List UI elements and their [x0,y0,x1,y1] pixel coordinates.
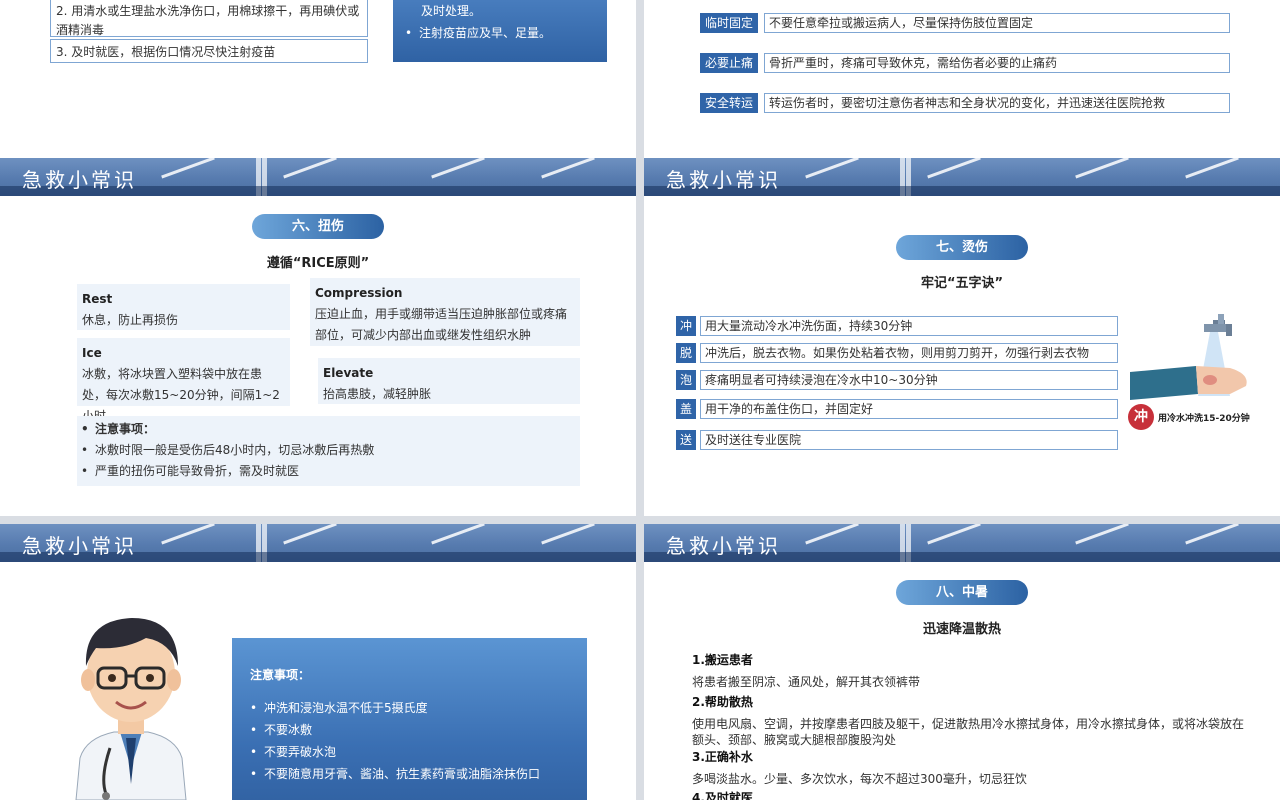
note-item: 不要冰敷 [250,719,569,741]
heat-step-3: 3.正确补水 多喝淡盐水。少量、多次饮水，每次不超过300毫升，切忌狂饮 [692,749,1252,787]
rice-elevate-card: Elevate 抬高患肢，减轻肿胀 [318,358,580,404]
slide-banner: 急救小常识 [644,158,1280,196]
note-item: 冲洗和浸泡水温不低于5摄氏度 [250,697,569,719]
slide-burn-notes: 急救小常识 注意事项： 冲洗和浸泡水温不低于5摄氏度 不要冰敷 不要弄破水泡 不… [0,524,636,800]
slide-burn: 急救小常识 七、烫伤 牢记“五字诀” 冲 用大量流动冷水冲洗伤面，持续30分钟 … [644,158,1280,516]
step-3-box: 3. 及时就医，根据伤口情况尽快注射疫苗 [50,39,368,63]
burn-badge: 冲 [1128,404,1154,430]
slide-fracture: 临时固定 不要任意牵拉或搬运病人，尽量保持伤肢位置固定 必要止痛 骨折严重时，疼… [644,0,1280,158]
note-item: 不要随意用牙膏、酱油、抗生素药膏或油脂涂抹伤口 [250,763,569,785]
step-text: 冲洗后，脱去衣物。如果伤处粘着衣物，则用剪刀剪开，勿强行剥去衣物 [700,343,1118,363]
step-2-text: 2. 用清水或生理盐水洗净伤口，用棉球擦干，再用碘伏或酒精消毒 [56,4,360,37]
section-subtitle: 牢记“五字诀” [920,276,1004,291]
step-heading: 3.正确补水 [692,750,753,764]
tips-line-2: 注射疫苗应及早、足量。 [403,22,597,44]
slide-heatstroke: 急救小常识 八、中暑 迅速降温散热 1.搬运患者 将患者搬至阴凉、通风处，解开其… [644,524,1280,800]
section-subtitle: 遵循“RICE原则” [266,256,370,271]
slide-banner: 急救小常识 [644,524,1280,562]
section-pill: 八、中暑 [896,580,1028,605]
step-char: 冲 [676,316,696,336]
tag-description: 不要任意牵拉或搬运病人，尽量保持伤肢位置固定 [764,13,1230,33]
tag-label: 临时固定 [700,13,758,33]
slide-banner: 急救小常识 [0,158,636,196]
step-2-box: 2. 用清水或生理盐水洗净伤口，用棉球擦干，再用碘伏或酒精消毒 [50,0,368,37]
banner-title: 急救小常识 [666,534,781,558]
tips-line-1: 及时处理。 [421,4,482,18]
slide-bite-wound: 2. 用清水或生理盐水洗净伤口，用棉球擦干，再用碘伏或酒精消毒 3. 及时就医，… [0,0,636,158]
rice-ice-card: Ice 冰敷，将冰块置入塑料袋中放在患处，每次冰敷15~20分钟，间隔1~2小时 [77,338,290,423]
step-text: 用大量流动冷水冲洗伤面，持续30分钟 [700,316,1118,336]
elevate-title: Elevate [323,366,374,380]
step-heading: 4.及时就医 [692,791,753,800]
notes-heading: 注意事项： [77,419,580,440]
note-item: 不要弄破水泡 [250,741,569,763]
heat-step-2: 2.帮助散热 使用电风扇、空调，并按摩患者四肢及躯干，促进散热用冷水擦拭身体，用… [692,694,1252,748]
step-text: 多喝淡盐水。少量、多次饮水，每次不超过300毫升，切忌狂饮 [692,772,1027,786]
burn-notes-panel: 注意事项： 冲洗和浸泡水温不低于5摄氏度 不要冰敷 不要弄破水泡 不要随意用牙膏… [232,638,587,800]
ice-title: Ice [82,346,102,360]
slide-sprain: 急救小常识 六、扭伤 遵循“RICE原则” Rest 休息，防止再损伤 Ice … [0,158,636,516]
note-item: 冰敷时限一般是受伤后48小时内，切忌冰敷后再热敷 [77,440,580,461]
burn-caption: 用冷水冲洗15-20分钟 [1158,414,1250,424]
fracture-row-1: 临时固定 不要任意牵拉或搬运病人，尽量保持伤肢位置固定 [700,13,1230,33]
banner-title: 急救小常识 [22,534,137,558]
heat-step-4: 4.及时就医 [692,790,1252,800]
burn-step-3: 泡 疼痛明显者可持续浸泡在冷水中10~30分钟 [676,370,1118,390]
slide-banner: 急救小常识 [0,524,636,562]
banner-title: 急救小常识 [666,168,781,192]
tips-panel: 及时处理。 注射疫苗应及早、足量。 [393,0,607,62]
rest-text: 休息，防止再损伤 [82,313,179,327]
burn-step-5: 送 及时送往专业医院 [676,430,1118,450]
section-pill: 六、扭伤 [252,214,384,239]
section-pill: 七、烫伤 [896,235,1028,260]
step-heading: 1.搬运患者 [692,653,753,667]
section-subtitle: 迅速降温散热 [922,622,1001,637]
burn-step-2: 脱 冲洗后，脱去衣物。如果伤处粘着衣物，则用剪刀剪开，勿强行剥去衣物 [676,343,1118,363]
step-3-text: 3. 及时就医，根据伤口情况尽快注射疫苗 [56,45,276,59]
compression-text: 压迫止血，用手或绷带适当压迫肿胀部位或疼痛部位，可减少内部出血或继发性组织水肿 [315,307,568,342]
step-text: 使用电风扇、空调，并按摩患者四肢及躯干，促进散热用冷水擦拭身体，用冷水擦拭身体，… [692,717,1245,747]
step-char: 脱 [676,343,696,363]
rice-rest-card: Rest 休息，防止再损伤 [77,284,290,330]
tag-description: 转运伤者时，要密切注意伤者神志和全身状况的变化，并迅速送往医院抢救 [764,93,1230,113]
step-text: 及时送往专业医院 [700,430,1118,450]
step-char: 泡 [676,370,696,390]
elevate-text: 抬高患肢，减轻肿胀 [323,387,432,401]
notes-title: 注意事项： [250,668,311,682]
tag-label: 安全转运 [700,93,758,113]
burn-step-1: 冲 用大量流动冷水冲洗伤面，持续30分钟 [676,316,1118,336]
heat-step-1: 1.搬运患者 将患者搬至阴凉、通风处，解开其衣领裤带 [692,652,1252,690]
step-heading: 2.帮助散热 [692,695,753,709]
tag-description: 骨折严重时，疼痛可导致休克，需给伤者必要的止痛药 [764,53,1230,73]
compression-title: Compression [315,286,403,300]
banner-title: 急救小常识 [22,168,137,192]
step-char: 盖 [676,399,696,419]
step-char: 送 [676,430,696,450]
tag-label: 必要止痛 [700,53,758,73]
step-text: 疼痛明显者可持续浸泡在冷水中10~30分钟 [700,370,1118,390]
step-text: 用干净的布盖住伤口，并固定好 [700,399,1118,419]
rice-compression-card: Compression 压迫止血，用手或绷带适当压迫肿胀部位或疼痛部位，可减少内… [310,278,580,346]
step-text: 将患者搬至阴凉、通风处，解开其衣领裤带 [692,675,921,689]
doctor-illustration [75,618,187,800]
burn-step-4: 盖 用干净的布盖住伤口，并固定好 [676,399,1118,419]
rest-title: Rest [82,292,113,306]
sprain-notes: 注意事项： 冰敷时限一般是受伤后48小时内，切忌冰敷后再热敷 严重的扭伤可能导致… [77,416,580,486]
fracture-row-3: 安全转运 转运伤者时，要密切注意伤者神志和全身状况的变化，并迅速送往医院抢救 [700,93,1230,113]
fracture-row-2: 必要止痛 骨折严重时，疼痛可导致休克，需给伤者必要的止痛药 [700,53,1230,73]
note-item: 严重的扭伤可能导致骨折，需及时就医 [77,461,580,482]
